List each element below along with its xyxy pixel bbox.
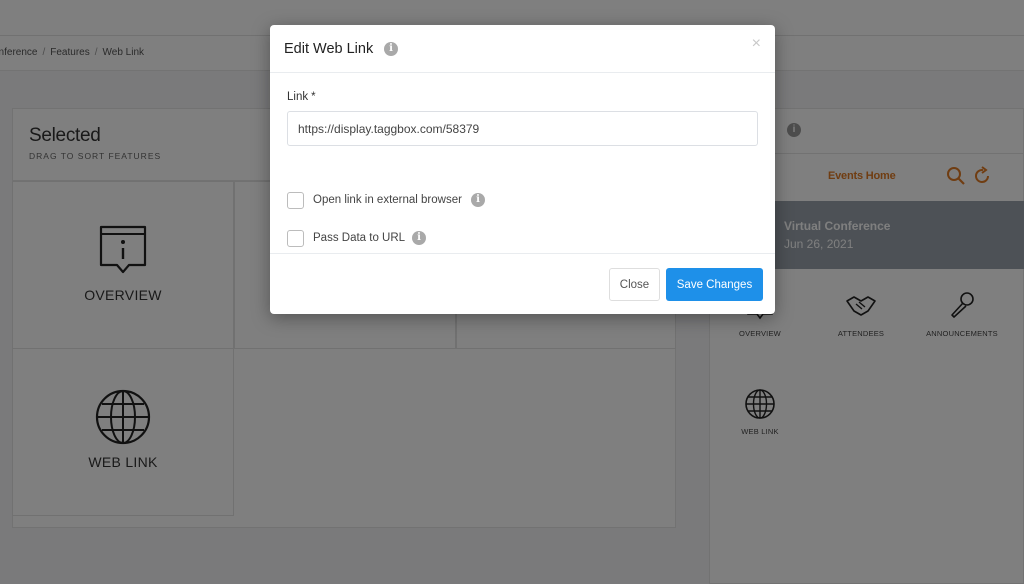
dialog-footer: Close Save Changes (270, 253, 775, 314)
dialog-title: Edit Web Link (284, 41, 374, 57)
close-icon[interactable]: × (752, 36, 761, 52)
close-button[interactable]: Close (609, 268, 660, 301)
info-icon[interactable]: i (471, 193, 485, 207)
open-external-label[interactable]: Open link in external browser (313, 194, 462, 206)
link-label-text: Link (287, 91, 309, 103)
edit-web-link-dialog: Edit Web Link i × Link* Open link in ext… (270, 25, 775, 314)
link-url-input[interactable] (287, 111, 758, 146)
open-external-checkbox[interactable] (287, 192, 304, 209)
required-marker: * (311, 91, 316, 103)
save-changes-button[interactable]: Save Changes (666, 268, 763, 301)
dialog-header: Edit Web Link i × (270, 25, 775, 73)
info-icon[interactable]: i (384, 42, 398, 56)
info-icon[interactable]: i (412, 231, 426, 245)
pass-data-checkbox[interactable] (287, 230, 304, 247)
link-field-label: Link * (287, 91, 316, 103)
dialog-body: Link* Open link in external browser i Pa… (270, 73, 775, 254)
pass-data-label[interactable]: Pass Data to URL (313, 232, 405, 244)
